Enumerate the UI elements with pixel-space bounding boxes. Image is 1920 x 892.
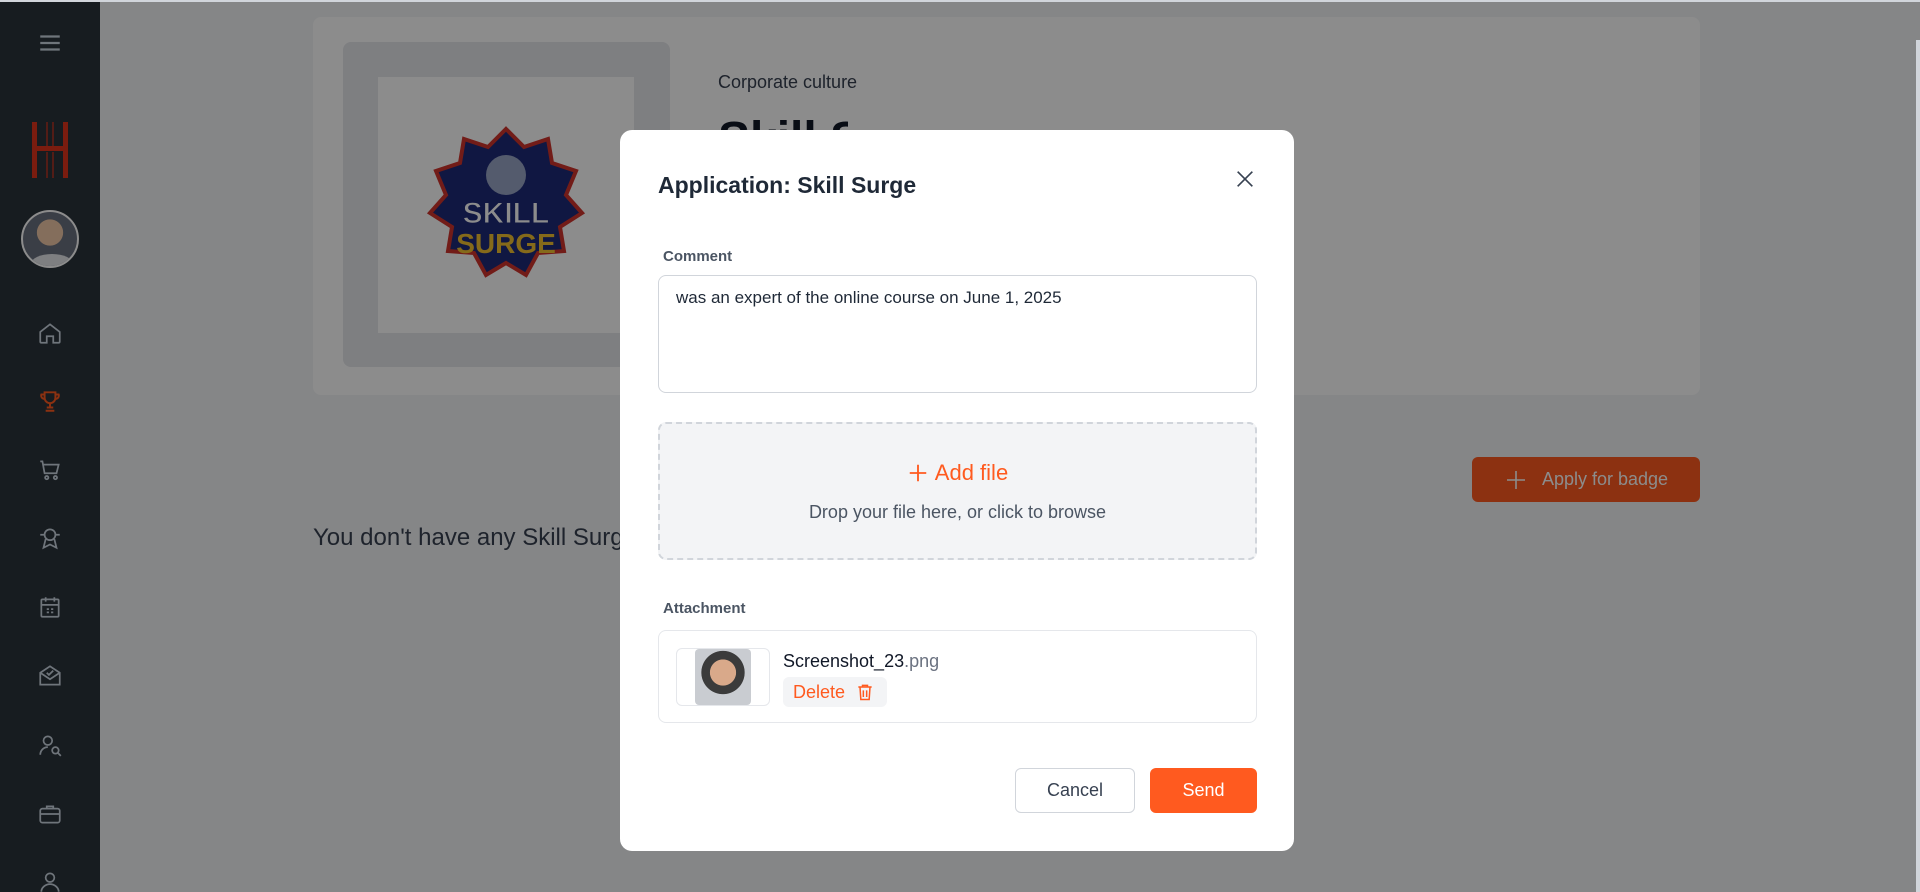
attachment-thumbnail[interactable] <box>676 648 770 706</box>
cancel-button[interactable]: Cancel <box>1015 768 1135 813</box>
delete-label: Delete <box>793 681 846 702</box>
filename-base: Screenshot_23 <box>783 651 905 671</box>
application-modal: Application: Skill Surge Comment was an … <box>620 130 1294 851</box>
delete-attachment-button[interactable]: Delete <box>783 677 888 707</box>
scrollbar[interactable] <box>1916 40 1920 892</box>
attachment-filename: Screenshot_23.png <box>783 651 939 672</box>
dropzone-hint: Drop your file here, or click to browse <box>808 502 1107 522</box>
close-icon <box>1237 171 1253 187</box>
comment-label: Comment <box>663 248 733 265</box>
add-file-label: Add file <box>934 460 1009 485</box>
top-border <box>0 0 1920 2</box>
trash-icon <box>858 684 872 701</box>
thumbnail-image <box>695 649 751 705</box>
attachment-item: Screenshot_23.png Delete <box>658 630 1257 723</box>
modal-title: Application: Skill Surge <box>658 172 917 198</box>
plus-icon <box>909 464 927 482</box>
attachment-label: Attachment <box>663 600 746 617</box>
file-dropzone[interactable]: Add file Drop your file here, or click t… <box>658 422 1257 560</box>
comment-textarea[interactable]: was an expert of the online course on Ju… <box>658 275 1257 393</box>
send-button[interactable]: Send <box>1150 768 1257 813</box>
add-file-button[interactable]: Add file <box>660 460 1255 486</box>
filename-extension: .png <box>904 651 940 671</box>
close-button[interactable] <box>1230 164 1260 194</box>
